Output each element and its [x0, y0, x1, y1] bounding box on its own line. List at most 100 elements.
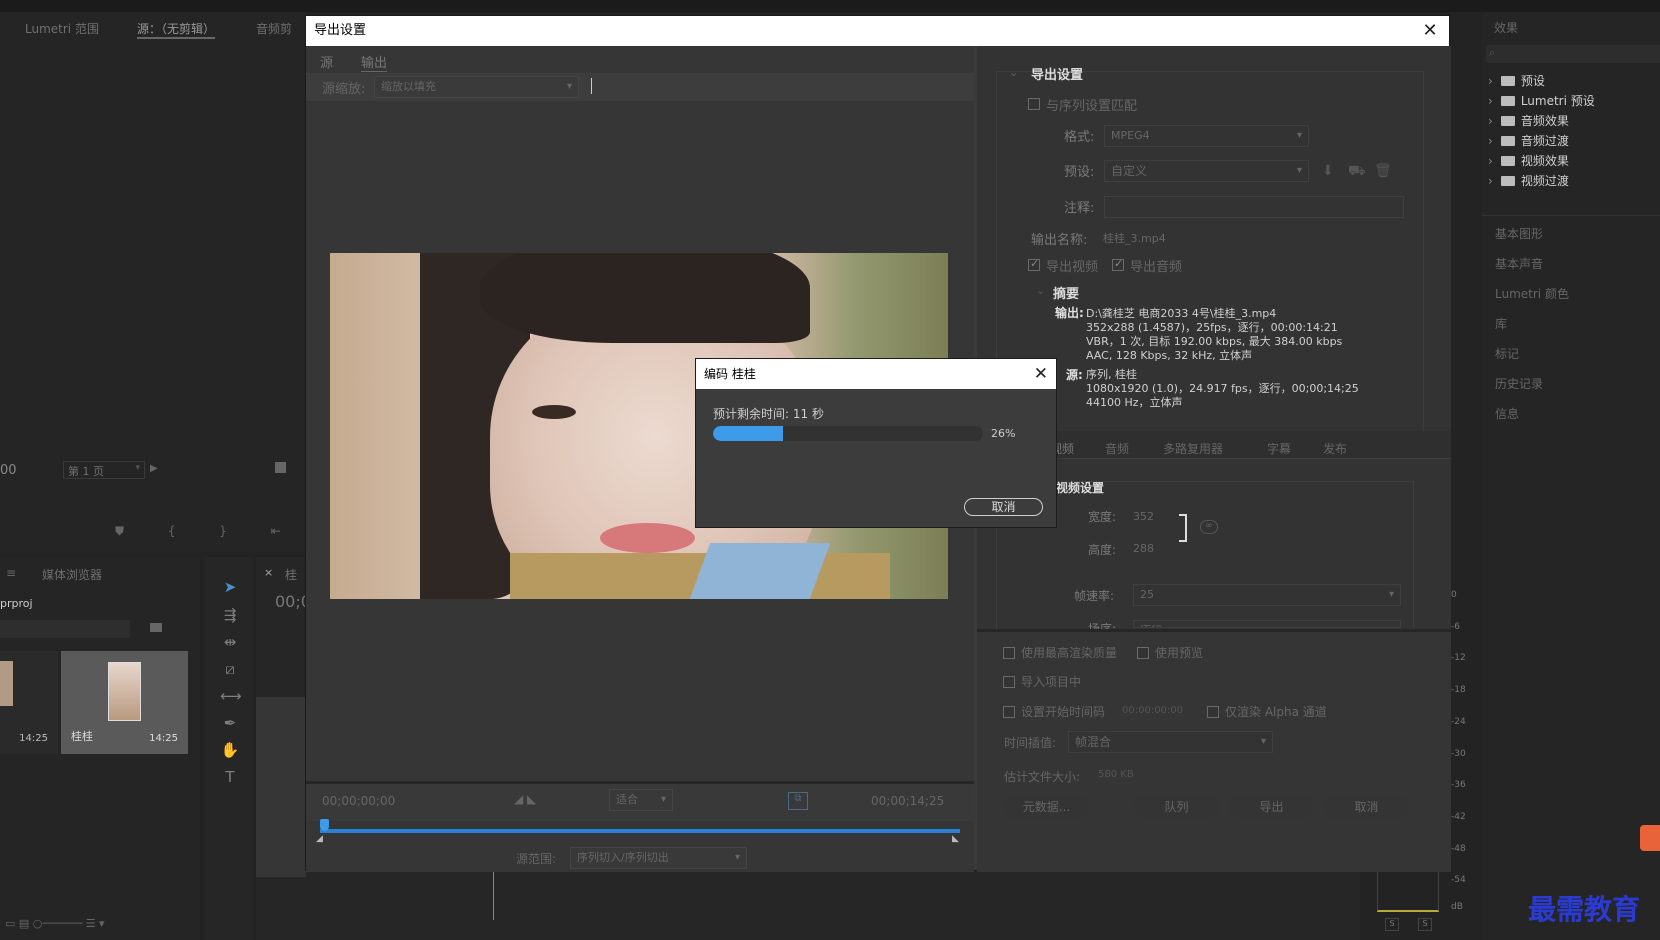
export-audio-checkbox[interactable]: [1112, 257, 1124, 271]
start-tc-label[interactable]: 设置开始时间码: [1021, 703, 1105, 720]
hand-icon[interactable]: ✋: [220, 741, 240, 759]
panel-essential-graphics[interactable]: 基本图形: [1495, 225, 1543, 242]
match-sequence-checkbox[interactable]: [1028, 98, 1040, 110]
effects-item-video-transitions[interactable]: › 视频过渡: [1488, 172, 1569, 189]
close-icon[interactable]: ×: [264, 566, 273, 579]
filesize-label: 估计文件大小:: [1004, 770, 1081, 784]
selection-tool-icon[interactable]: ➤: [220, 578, 240, 596]
field-order-select[interactable]: 逐行: [1133, 620, 1401, 628]
chevron-down-icon[interactable]: ⌄: [1009, 66, 1018, 79]
page-select[interactable]: 第 1 页 ▾: [63, 461, 145, 479]
metadata-button[interactable]: 元数据...: [1004, 796, 1089, 818]
max-render-label[interactable]: 使用最高渲染质量: [1021, 644, 1117, 661]
search-icon: ⌕: [1489, 46, 1496, 59]
in-point-handle[interactable]: ◢: [316, 834, 323, 844]
delete-preset-icon[interactable]: 🗑: [1374, 163, 1392, 179]
slip-icon[interactable]: ⟷: [220, 687, 242, 705]
tab-multiplexer[interactable]: 多路复用器: [1163, 440, 1223, 457]
meter-solo-left[interactable]: S: [1385, 918, 1399, 931]
export-video-label[interactable]: 导出视频: [1046, 256, 1098, 275]
cancel-button[interactable]: 取消: [1324, 796, 1409, 818]
export-audio-label[interactable]: 导出音频: [1130, 256, 1182, 275]
link-icon[interactable]: ∞: [1200, 520, 1218, 534]
folder-icon[interactable]: [150, 623, 162, 632]
tab-captions[interactable]: 字幕: [1267, 440, 1291, 457]
timecode-start[interactable]: 00;00;00;00: [322, 794, 395, 808]
razor-icon[interactable]: ⧄: [220, 660, 240, 678]
queue-button[interactable]: 队列: [1134, 796, 1219, 818]
effects-item-presets[interactable]: › 预设: [1488, 72, 1545, 89]
media-browser-tab[interactable]: 媒体浏览器: [42, 566, 102, 583]
play-arrow-icon[interactable]: ▶: [150, 463, 158, 474]
out-point-handle[interactable]: ◣: [952, 834, 959, 844]
import-project-label[interactable]: 导入项目中: [1021, 673, 1081, 690]
meter-solo-right[interactable]: S: [1418, 918, 1432, 931]
tab-audio[interactable]: 音频: [1105, 440, 1129, 457]
track-select-icon[interactable]: ⇶: [220, 606, 240, 624]
pen-icon[interactable]: ✒: [220, 714, 240, 732]
alpha-only-checkbox[interactable]: [1207, 706, 1219, 718]
effects-search[interactable]: ⌕: [1486, 45, 1660, 63]
fit-select[interactable]: 适合 ▾: [609, 789, 673, 811]
tab-output[interactable]: 输出: [361, 52, 388, 72]
fps-select[interactable]: 25 ▾: [1133, 584, 1401, 606]
output-name-link[interactable]: 桂桂_3.mp4: [1103, 230, 1166, 246]
effects-item-lumetri-presets[interactable]: › Lumetri 预设: [1488, 92, 1595, 109]
max-render-checkbox[interactable]: [1003, 647, 1015, 659]
start-tc-value[interactable]: 00:00:00:00: [1122, 705, 1183, 716]
preset-select[interactable]: 自定义 ▾: [1104, 160, 1309, 182]
tab-source[interactable]: 源：（无剪辑）: [137, 20, 216, 39]
alpha-only-label[interactable]: 仅渲染 Alpha 通道: [1225, 703, 1327, 720]
ripple-edit-icon[interactable]: ⇹: [220, 633, 240, 651]
export-frame-icon[interactable]: [275, 462, 286, 473]
scale-select[interactable]: 缩放以填充 ▾: [374, 76, 579, 98]
set-in-icon[interactable]: ◢ ◣: [514, 792, 536, 806]
preview-subject-lips: [600, 523, 695, 553]
close-icon[interactable]: ✕: [1034, 359, 1048, 389]
panel-essential-sound[interactable]: 基本声音: [1495, 255, 1543, 272]
width-value[interactable]: 352: [1133, 510, 1154, 523]
interp-select[interactable]: 帧混合 ▾: [1068, 731, 1273, 753]
panel-info[interactable]: 信息: [1495, 405, 1519, 422]
effects-item-audio-effects[interactable]: › 音频效果: [1488, 112, 1569, 129]
type-icon[interactable]: T: [220, 768, 240, 786]
sequence-tab[interactable]: 桂: [285, 566, 297, 583]
range-track[interactable]: [320, 829, 960, 833]
comment-input[interactable]: [1104, 196, 1404, 218]
progress-cancel-button[interactable]: 取消: [964, 498, 1043, 516]
save-preset-icon[interactable]: ⬇: [1322, 163, 1334, 179]
aspect-toggle-icon[interactable]: ⧉: [788, 792, 808, 810]
start-tc-checkbox[interactable]: [1003, 706, 1015, 718]
export-video-checkbox[interactable]: [1028, 257, 1040, 271]
import-project-checkbox[interactable]: [1003, 676, 1015, 688]
chevron-down-icon[interactable]: ⌄: [1036, 284, 1045, 297]
playhead-handle[interactable]: [320, 819, 329, 831]
match-sequence-label[interactable]: 与序列设置匹配: [1046, 95, 1137, 114]
format-select[interactable]: MPEG4 ▾: [1104, 125, 1309, 147]
range-select[interactable]: 序列切入/序列切出 ▾: [570, 847, 747, 869]
panel-libraries[interactable]: 库: [1495, 315, 1507, 332]
chevron-down-icon: ▾: [660, 794, 666, 805]
panel-menu-icon[interactable]: ≡: [6, 566, 16, 580]
close-icon[interactable]: ✕: [1419, 20, 1441, 42]
panel-history[interactable]: 历史记录: [1495, 375, 1543, 392]
thumb-2-name: 桂桂: [71, 730, 93, 743]
use-preview-label[interactable]: 使用预览: [1155, 644, 1203, 661]
panel-lumetri-color[interactable]: Lumetri 颜色: [1495, 285, 1569, 302]
format-label: 格式:: [1064, 130, 1095, 145]
import-preset-icon[interactable]: ⛟: [1348, 163, 1366, 181]
folder-icon: [1500, 156, 1515, 166]
effects-item-audio-transitions[interactable]: › 音频过渡: [1488, 132, 1569, 149]
project-search[interactable]: [0, 620, 130, 638]
export-button[interactable]: 导出: [1229, 796, 1314, 818]
tab-source[interactable]: 源: [320, 52, 333, 71]
height-value[interactable]: 288: [1133, 542, 1154, 555]
effects-item-video-effects[interactable]: › 视频效果: [1488, 152, 1569, 169]
tab-lumetri-scopes[interactable]: Lumetri 范围: [25, 20, 99, 37]
panel-markers[interactable]: 标记: [1495, 345, 1519, 362]
use-preview-checkbox[interactable]: [1137, 647, 1149, 659]
thumb-2[interactable]: 桂桂 14:25: [61, 651, 188, 754]
tab-audio-fragment[interactable]: 音频剪: [256, 20, 292, 37]
thumb-1[interactable]: 14:25: [0, 651, 58, 754]
tab-publish[interactable]: 发布: [1323, 440, 1347, 457]
